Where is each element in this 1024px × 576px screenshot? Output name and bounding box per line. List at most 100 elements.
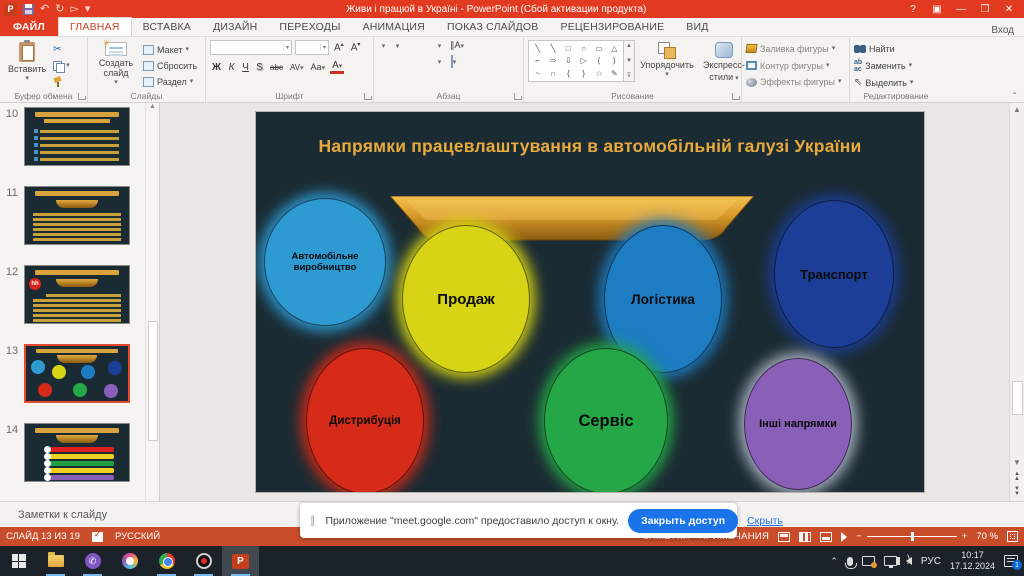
zoom-out-button[interactable]: −: [856, 531, 862, 542]
find-button[interactable]: Найти: [854, 43, 913, 54]
arrange-button[interactable]: Упорядочить ▾: [638, 40, 696, 88]
cut-button[interactable]: ✂: [53, 43, 70, 56]
font-name-combobox[interactable]: ▾: [210, 40, 292, 55]
replace-button[interactable]: abacЗаменить▾: [854, 59, 913, 72]
tab-transitions[interactable]: ПЕРЕХОДЫ: [268, 18, 351, 36]
fit-slide-to-window-button[interactable]: [1007, 531, 1018, 542]
close-button[interactable]: ✕: [998, 1, 1020, 17]
circle-sales[interactable]: Продаж: [402, 225, 530, 373]
strikethrough-button[interactable]: abc: [268, 63, 285, 72]
taskbar-viber[interactable]: ✆: [74, 546, 111, 576]
circle-transport[interactable]: Транспорт: [774, 200, 894, 348]
redo-icon[interactable]: ↻: [55, 4, 64, 15]
shape-effects-button[interactable]: Эффекты фигуры▾: [746, 76, 842, 88]
section-button[interactable]: Раздел▾: [143, 75, 197, 88]
slideshow-view-button[interactable]: [841, 532, 847, 542]
thumbnail-slide-11[interactable]: 11: [0, 186, 145, 245]
grow-font-button[interactable]: А▴: [332, 41, 346, 53]
next-slide-button[interactable]: ▼▼: [1014, 487, 1020, 497]
change-case-button[interactable]: Aa▾: [309, 62, 328, 72]
font-size-combobox[interactable]: ▾: [295, 40, 329, 55]
tab-home[interactable]: ГЛАВНАЯ: [58, 17, 132, 36]
shape-fill-button[interactable]: Заливка фигуры▾: [746, 43, 842, 55]
taskbar-file-explorer[interactable]: [37, 546, 74, 576]
slide-sorter-view-button[interactable]: [799, 532, 811, 542]
font-dialog-launcher[interactable]: [364, 93, 371, 100]
sign-in-link[interactable]: Вход: [991, 25, 1024, 36]
circle-distribution[interactable]: Дистрибуція: [306, 348, 424, 493]
numbering-button[interactable]: ▾: [392, 40, 403, 51]
layout-button[interactable]: Макет▾: [143, 43, 197, 56]
font-color-button[interactable]: A▾: [330, 60, 344, 74]
undo-icon[interactable]: ↶: [40, 4, 49, 15]
italic-button[interactable]: К: [226, 62, 237, 73]
scroll-down-icon[interactable]: ▼: [1013, 458, 1021, 467]
shape-outline-button[interactable]: Контур фигуры▾: [746, 60, 842, 72]
zoom-level[interactable]: 70 %: [976, 531, 998, 542]
reset-button[interactable]: Сбросить: [143, 59, 197, 72]
stop-sharing-button[interactable]: Закрыть доступ: [628, 509, 738, 533]
columns-button[interactable]: ▾: [434, 56, 445, 67]
taskbar-chrome[interactable]: [148, 546, 185, 576]
format-painter-button[interactable]: [53, 75, 70, 88]
normal-view-button[interactable]: [778, 532, 790, 542]
speaker-icon[interactable]: [906, 557, 912, 565]
thumbnail-slide-10[interactable]: 10: [0, 107, 145, 166]
paragraph-dialog-launcher[interactable]: [514, 93, 521, 100]
taskbar-powerpoint-active[interactable]: P: [222, 546, 259, 576]
microphone-icon[interactable]: [847, 557, 853, 566]
bold-button[interactable]: Ж: [210, 62, 223, 73]
hide-link[interactable]: Скрыть: [747, 515, 783, 527]
tab-design[interactable]: ДИЗАЙН: [202, 18, 268, 36]
screen-share-icon[interactable]: [862, 556, 875, 566]
paste-button[interactable]: Вставить ▾: [4, 40, 50, 88]
start-slideshow-icon[interactable]: ▻: [70, 4, 78, 15]
text-shadow-button[interactable]: S: [254, 62, 265, 73]
hidden-icons-chevron[interactable]: ⌃: [830, 556, 838, 567]
powerpoint-logo-icon[interactable]: P: [4, 3, 17, 16]
drawing-dialog-launcher[interactable]: [732, 93, 739, 100]
notification-center-icon[interactable]: 1: [1004, 555, 1018, 567]
convert-smartart-button[interactable]: ▾: [448, 56, 459, 67]
character-spacing-button[interactable]: AV▾: [288, 63, 306, 72]
zoom-slider-thumb[interactable]: [911, 532, 914, 541]
previous-slide-button[interactable]: ▲▲: [1014, 472, 1020, 482]
new-slide-button[interactable]: Создать слайд ▾: [92, 40, 140, 88]
circle-other-directions[interactable]: Інші напрямки: [744, 358, 852, 490]
circle-automobile-production[interactable]: Автомобільне виробництво: [264, 198, 386, 326]
scrollbar-thumb[interactable]: [148, 321, 158, 441]
shapes-gallery-scroll[interactable]: ▲▼⊽: [624, 40, 635, 82]
minimize-button[interactable]: —: [950, 1, 972, 17]
slide-title[interactable]: Напрямки працевлаштування в автомобільні…: [276, 136, 904, 157]
tab-file[interactable]: ФАЙЛ: [0, 18, 58, 36]
tab-slideshow[interactable]: ПОКАЗ СЛАЙДОВ: [436, 18, 550, 36]
language-indicator[interactable]: РУССКИЙ: [115, 531, 160, 542]
text-direction-button[interactable]: ∥A▾: [448, 40, 466, 51]
thumbnail-slide-12[interactable]: 12 hh: [0, 265, 145, 324]
ribbon-display-options-button[interactable]: ▣: [926, 1, 948, 17]
clock[interactable]: 10:17 17.12.2024: [950, 550, 995, 573]
thumbnail-slide-13-selected[interactable]: 13: [0, 344, 145, 403]
circle-service[interactable]: Сервіс: [544, 348, 668, 493]
start-button[interactable]: [0, 546, 37, 576]
copy-button[interactable]: ▾: [53, 59, 70, 72]
zoom-in-button[interactable]: +: [962, 531, 968, 542]
clipboard-dialog-launcher[interactable]: [78, 93, 85, 100]
taskbar-colorful-app[interactable]: [111, 546, 148, 576]
zoom-slider[interactable]: [867, 536, 957, 537]
collapse-ribbon-button[interactable]: ⌃: [1011, 91, 1018, 100]
bullets-button[interactable]: ▾: [378, 40, 389, 51]
keyboard-language[interactable]: РУС: [921, 556, 941, 567]
scroll-up-icon[interactable]: ▲: [1013, 103, 1021, 114]
thumbnail-slide-14[interactable]: 14: [0, 423, 145, 482]
slide-canvas[interactable]: Напрямки працевлаштування в автомобільні…: [255, 111, 925, 493]
shrink-font-button[interactable]: А▾: [349, 41, 363, 53]
scroll-up-icon[interactable]: ▲: [149, 103, 156, 110]
line-spacing-button[interactable]: ▾: [434, 40, 445, 51]
reading-view-button[interactable]: [820, 532, 832, 542]
select-button[interactable]: ⇖Выделить▾: [854, 77, 913, 88]
slide-editor-area[interactable]: Напрямки працевлаштування в автомобільні…: [160, 103, 1024, 501]
tab-insert[interactable]: ВСТАВКА: [132, 18, 202, 36]
drag-handle-icon[interactable]: ∥: [310, 514, 317, 527]
shapes-gallery[interactable]: ╲╲□○▭△ ⌐⇨⇩▷() ~∩{}☆✎: [528, 40, 624, 82]
